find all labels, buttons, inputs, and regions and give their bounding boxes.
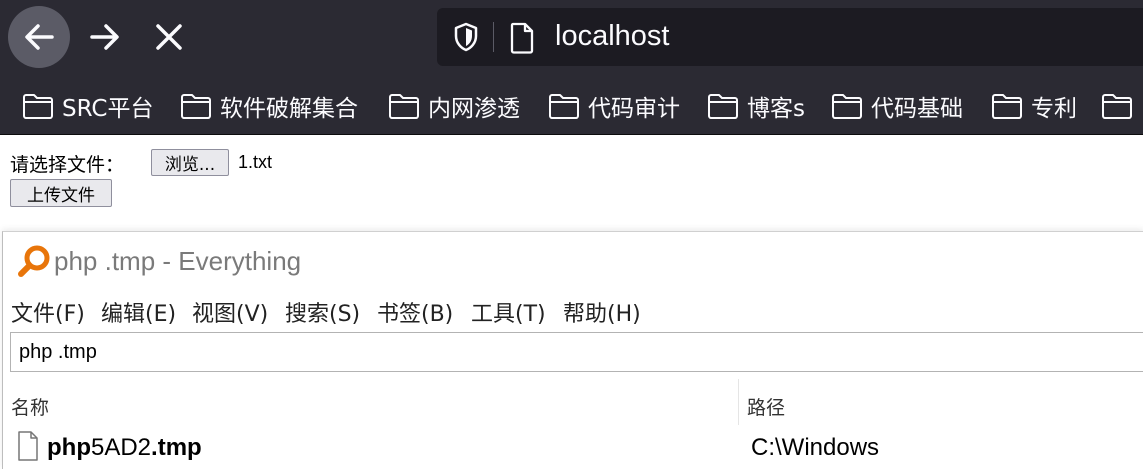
bookmark-folder-intranet[interactable]: 内网渗透 [388, 90, 520, 122]
page-content: 请选择文件： 浏览... 1.txt 上传文件 [0, 135, 1143, 230]
menu-help[interactable]: 帮助(H) [563, 296, 641, 328]
folder-icon [708, 94, 738, 119]
url-text[interactable]: localhost [555, 20, 669, 53]
search-input[interactable]: php .tmp [10, 332, 1143, 372]
magnifier-icon [18, 245, 50, 277]
bookmark-folder-blogs[interactable]: 博客s [707, 90, 805, 122]
bookmark-label: SRC平台 [62, 96, 154, 122]
column-header-path[interactable]: 路径 [747, 393, 785, 420]
upload-button[interactable]: 上传文件 [10, 179, 112, 207]
urlbar-separator [493, 22, 494, 52]
bookmark-label: 代码基础 [871, 96, 963, 122]
back-button[interactable] [8, 6, 70, 68]
file-label: 请选择文件： [10, 154, 125, 176]
address-bar[interactable]: localhost [437, 8, 1143, 66]
stop-button[interactable] [138, 6, 200, 68]
bookmark-label: 博客s [747, 96, 805, 122]
bookmark-label: 代码审计 [588, 96, 680, 122]
folder-icon [549, 94, 579, 119]
file-icon [18, 431, 38, 461]
bookmarks-toolbar: SRC平台 软件破解集合 内网渗透 代码审计 博客s 代码基础 专利 [0, 78, 1143, 135]
arrow-right-icon [90, 24, 119, 50]
everything-window: php .tmp - Everything 文件(F) 编辑(E) 视图(V) … [2, 231, 1143, 469]
menu-tools[interactable]: 工具(T) [471, 296, 546, 328]
result-file-name: php5AD2.tmp [47, 434, 202, 462]
menu-bar: 文件(F) 编辑(E) 视图(V) 搜索(S) 书签(B) 工具(T) 帮助(H… [3, 290, 1143, 330]
bookmark-label: 专利 [1031, 96, 1077, 122]
match-highlight: .tmp [151, 434, 202, 461]
arrow-left-icon [25, 24, 54, 50]
bookmark-folder-software[interactable]: 软件破解集合 [180, 90, 358, 122]
match-highlight: php [47, 434, 91, 461]
browse-button[interactable]: 浏览... [151, 149, 229, 176]
bookmark-folder-audit[interactable]: 代码审计 [548, 90, 680, 122]
bookmark-label: 软件破解集合 [220, 96, 358, 122]
folder-icon [992, 94, 1022, 119]
bookmark-folder-basics[interactable]: 代码基础 [831, 90, 963, 122]
browser-toolbar: localhost [0, 0, 1143, 78]
column-divider[interactable] [738, 379, 739, 425]
bookmark-folder-src[interactable]: SRC平台 [22, 90, 154, 122]
window-title: php .tmp - Everything [54, 246, 302, 276]
menu-view[interactable]: 视图(V) [192, 296, 268, 328]
menu-edit[interactable]: 编辑(E) [101, 296, 176, 328]
result-file-path: C:\Windows [751, 434, 880, 461]
bookmark-folder-patents[interactable]: 专利 [991, 90, 1077, 122]
results-header: 名称 路径 [3, 379, 1143, 425]
close-icon [156, 24, 182, 50]
window-titlebar[interactable]: php .tmp - Everything [3, 232, 1143, 288]
menu-bookmarks[interactable]: 书签(B) [377, 296, 453, 328]
page-icon[interactable] [509, 22, 535, 54]
folder-icon [832, 94, 862, 119]
menu-search[interactable]: 搜索(S) [285, 296, 360, 328]
bookmark-folder-overflow[interactable] [1101, 90, 1141, 122]
search-value[interactable]: php .tmp [19, 341, 97, 364]
bookmark-label: 内网渗透 [428, 96, 520, 122]
menu-file[interactable]: 文件(F) [11, 296, 85, 328]
folder-icon [389, 94, 419, 119]
shield-icon[interactable] [453, 22, 479, 52]
folder-icon [23, 94, 53, 119]
folder-icon [1102, 94, 1132, 119]
folder-icon [181, 94, 211, 119]
table-row[interactable]: php5AD2.tmp C:\Windows [3, 427, 1143, 467]
column-header-name[interactable]: 名称 [11, 393, 49, 420]
name-middle: 5AD2 [90, 434, 152, 461]
forward-button[interactable] [74, 6, 136, 68]
selected-file-name: 1.txt [238, 152, 273, 172]
